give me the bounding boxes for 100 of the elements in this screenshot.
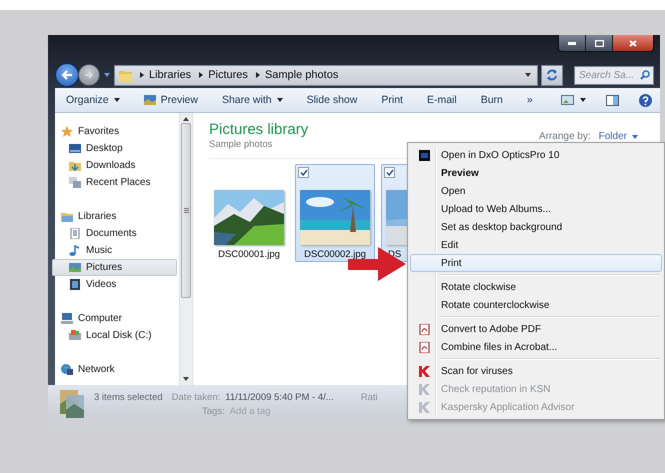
toolbar-button[interactable]: » (522, 92, 538, 108)
date-value: 11/11/2009 5:40 PM - 4/... (225, 392, 334, 403)
menu-item-icon (418, 384, 430, 394)
scrollbar[interactable] (179, 113, 192, 385)
tags-label: Tags: (202, 406, 225, 417)
scroll-up-icon (183, 117, 189, 121)
toolbar-button[interactable]: Burn (476, 92, 508, 108)
file-name: DSC00001.jpg (218, 249, 280, 260)
picture-icon (144, 95, 156, 105)
nav-item[interactable]: Documents (55, 225, 177, 242)
search-field[interactable]: Search Sa... (574, 66, 654, 84)
nav-icon (69, 330, 81, 341)
chevron-icon (140, 72, 144, 78)
view-icon (560, 95, 574, 105)
nav-icon (61, 364, 73, 375)
breadcrumb[interactable]: Pictures (208, 69, 248, 81)
nav-item[interactable]: Music (55, 242, 177, 259)
dropdown-caret-icon (525, 73, 531, 77)
breadcrumb[interactable]: Libraries (149, 69, 192, 81)
nav-icon (69, 228, 81, 239)
toolbar-button[interactable]: E-mail (422, 92, 462, 108)
refresh-button[interactable] (541, 64, 563, 86)
toolbar-button[interactable]: Print (376, 92, 408, 108)
nav-icon (69, 160, 81, 171)
menu-item[interactable]: Edit (410, 236, 662, 254)
nav-item[interactable]: Desktop (55, 140, 177, 157)
close-icon (629, 40, 637, 46)
library-title: Pictures library (209, 121, 310, 138)
menu-item[interactable]: Open (410, 182, 662, 200)
nav-item[interactable]: Pictures (52, 259, 177, 276)
nav-icon (69, 262, 81, 273)
selection-count: 3 items selected (94, 392, 163, 403)
menu-item[interactable]: Rotate clockwise (410, 278, 662, 296)
forward-button[interactable] (78, 64, 100, 86)
check-icon (300, 169, 308, 176)
menu-item[interactable]: Rotate counterclockwise (410, 296, 662, 314)
maximize-icon (594, 40, 604, 46)
minimize-button[interactable] (559, 35, 586, 51)
menu-item[interactable]: Preview (410, 164, 662, 182)
menu-item-icon (418, 324, 430, 334)
nav-item[interactable]: Local Disk (C:) (55, 327, 177, 344)
scroll-down-icon (183, 377, 189, 381)
file-name: DSC00002.jpg (304, 249, 366, 260)
nav-item[interactable]: Videos (55, 276, 177, 293)
date-label: Date taken: (172, 392, 220, 403)
nav-icon (69, 279, 81, 290)
grip-icon (184, 208, 188, 213)
pane-icon (606, 94, 619, 106)
arrange-dropdown[interactable]: Folder (598, 131, 638, 142)
nav-item[interactable]: Downloads (55, 157, 177, 174)
menu-item[interactable]: Scan for viruses (410, 362, 662, 380)
file-item[interactable]: DSC00002.jpg (295, 164, 375, 262)
nav-icon (69, 245, 81, 256)
close-button[interactable] (613, 35, 653, 51)
menu-item-icon (418, 342, 430, 352)
forward-arrow-icon (84, 71, 94, 79)
toolbar-button[interactable]: Preview (138, 92, 203, 108)
folder-icon (119, 68, 132, 82)
checkbox[interactable] (298, 167, 309, 178)
menu-item[interactable]: Print (410, 254, 662, 272)
nav-icon (69, 177, 81, 188)
menu-item-icon (418, 150, 430, 160)
help-icon (638, 94, 652, 106)
menu-item[interactable]: Set as desktop background (410, 218, 662, 236)
nav-item[interactable]: Network (55, 361, 177, 378)
breadcrumb[interactable]: Sample photos (264, 69, 338, 81)
menu-item[interactable]: Convert to Adobe PDF (410, 320, 662, 338)
chevron-icon (256, 72, 260, 78)
toolbar-button[interactable]: Slide show (302, 92, 362, 108)
back-button[interactable] (55, 63, 79, 87)
dropdown-caret-icon (580, 98, 586, 102)
nav-icon (69, 143, 81, 154)
check-icon (386, 169, 394, 176)
nav-item[interactable]: Computer (55, 310, 177, 327)
nav-icon (61, 126, 73, 137)
maximize-button[interactable] (586, 35, 613, 51)
dropdown-caret-icon (114, 98, 120, 102)
dropdown-caret-icon (276, 98, 283, 102)
back-arrow-icon (61, 70, 73, 80)
nav-item[interactable]: Recent Places (55, 174, 177, 191)
refresh-icon (546, 69, 558, 81)
dropdown-caret-icon (632, 134, 638, 138)
menu-item[interactable]: Open in DxO OpticsPro 10 (410, 146, 662, 164)
toolbar-button[interactable]: Share with (216, 92, 288, 108)
nav-icon (61, 313, 73, 324)
file-item[interactable]: DSC00001.jpg (209, 164, 289, 262)
arrange-label: Arrange by: (538, 131, 591, 142)
scroll-thumb[interactable] (181, 123, 191, 298)
nav-item[interactable]: Favorites (55, 123, 177, 140)
nav-item[interactable]: Libraries (55, 208, 177, 225)
nav-icon (61, 211, 73, 222)
menu-item-icon (418, 366, 430, 376)
minimize-icon (568, 42, 576, 44)
menu-item[interactable]: Upload to Web Albums... (410, 200, 662, 218)
menu-item[interactable]: Combine files in Acrobat... (410, 338, 662, 356)
menu-item-icon (418, 402, 430, 412)
library-subtitle: Sample photos (209, 139, 274, 150)
toolbar-button[interactable]: Organize (61, 92, 125, 108)
address-bar[interactable]: Libraries Pictures Sample photos (114, 64, 538, 86)
checkbox[interactable] (384, 167, 395, 178)
